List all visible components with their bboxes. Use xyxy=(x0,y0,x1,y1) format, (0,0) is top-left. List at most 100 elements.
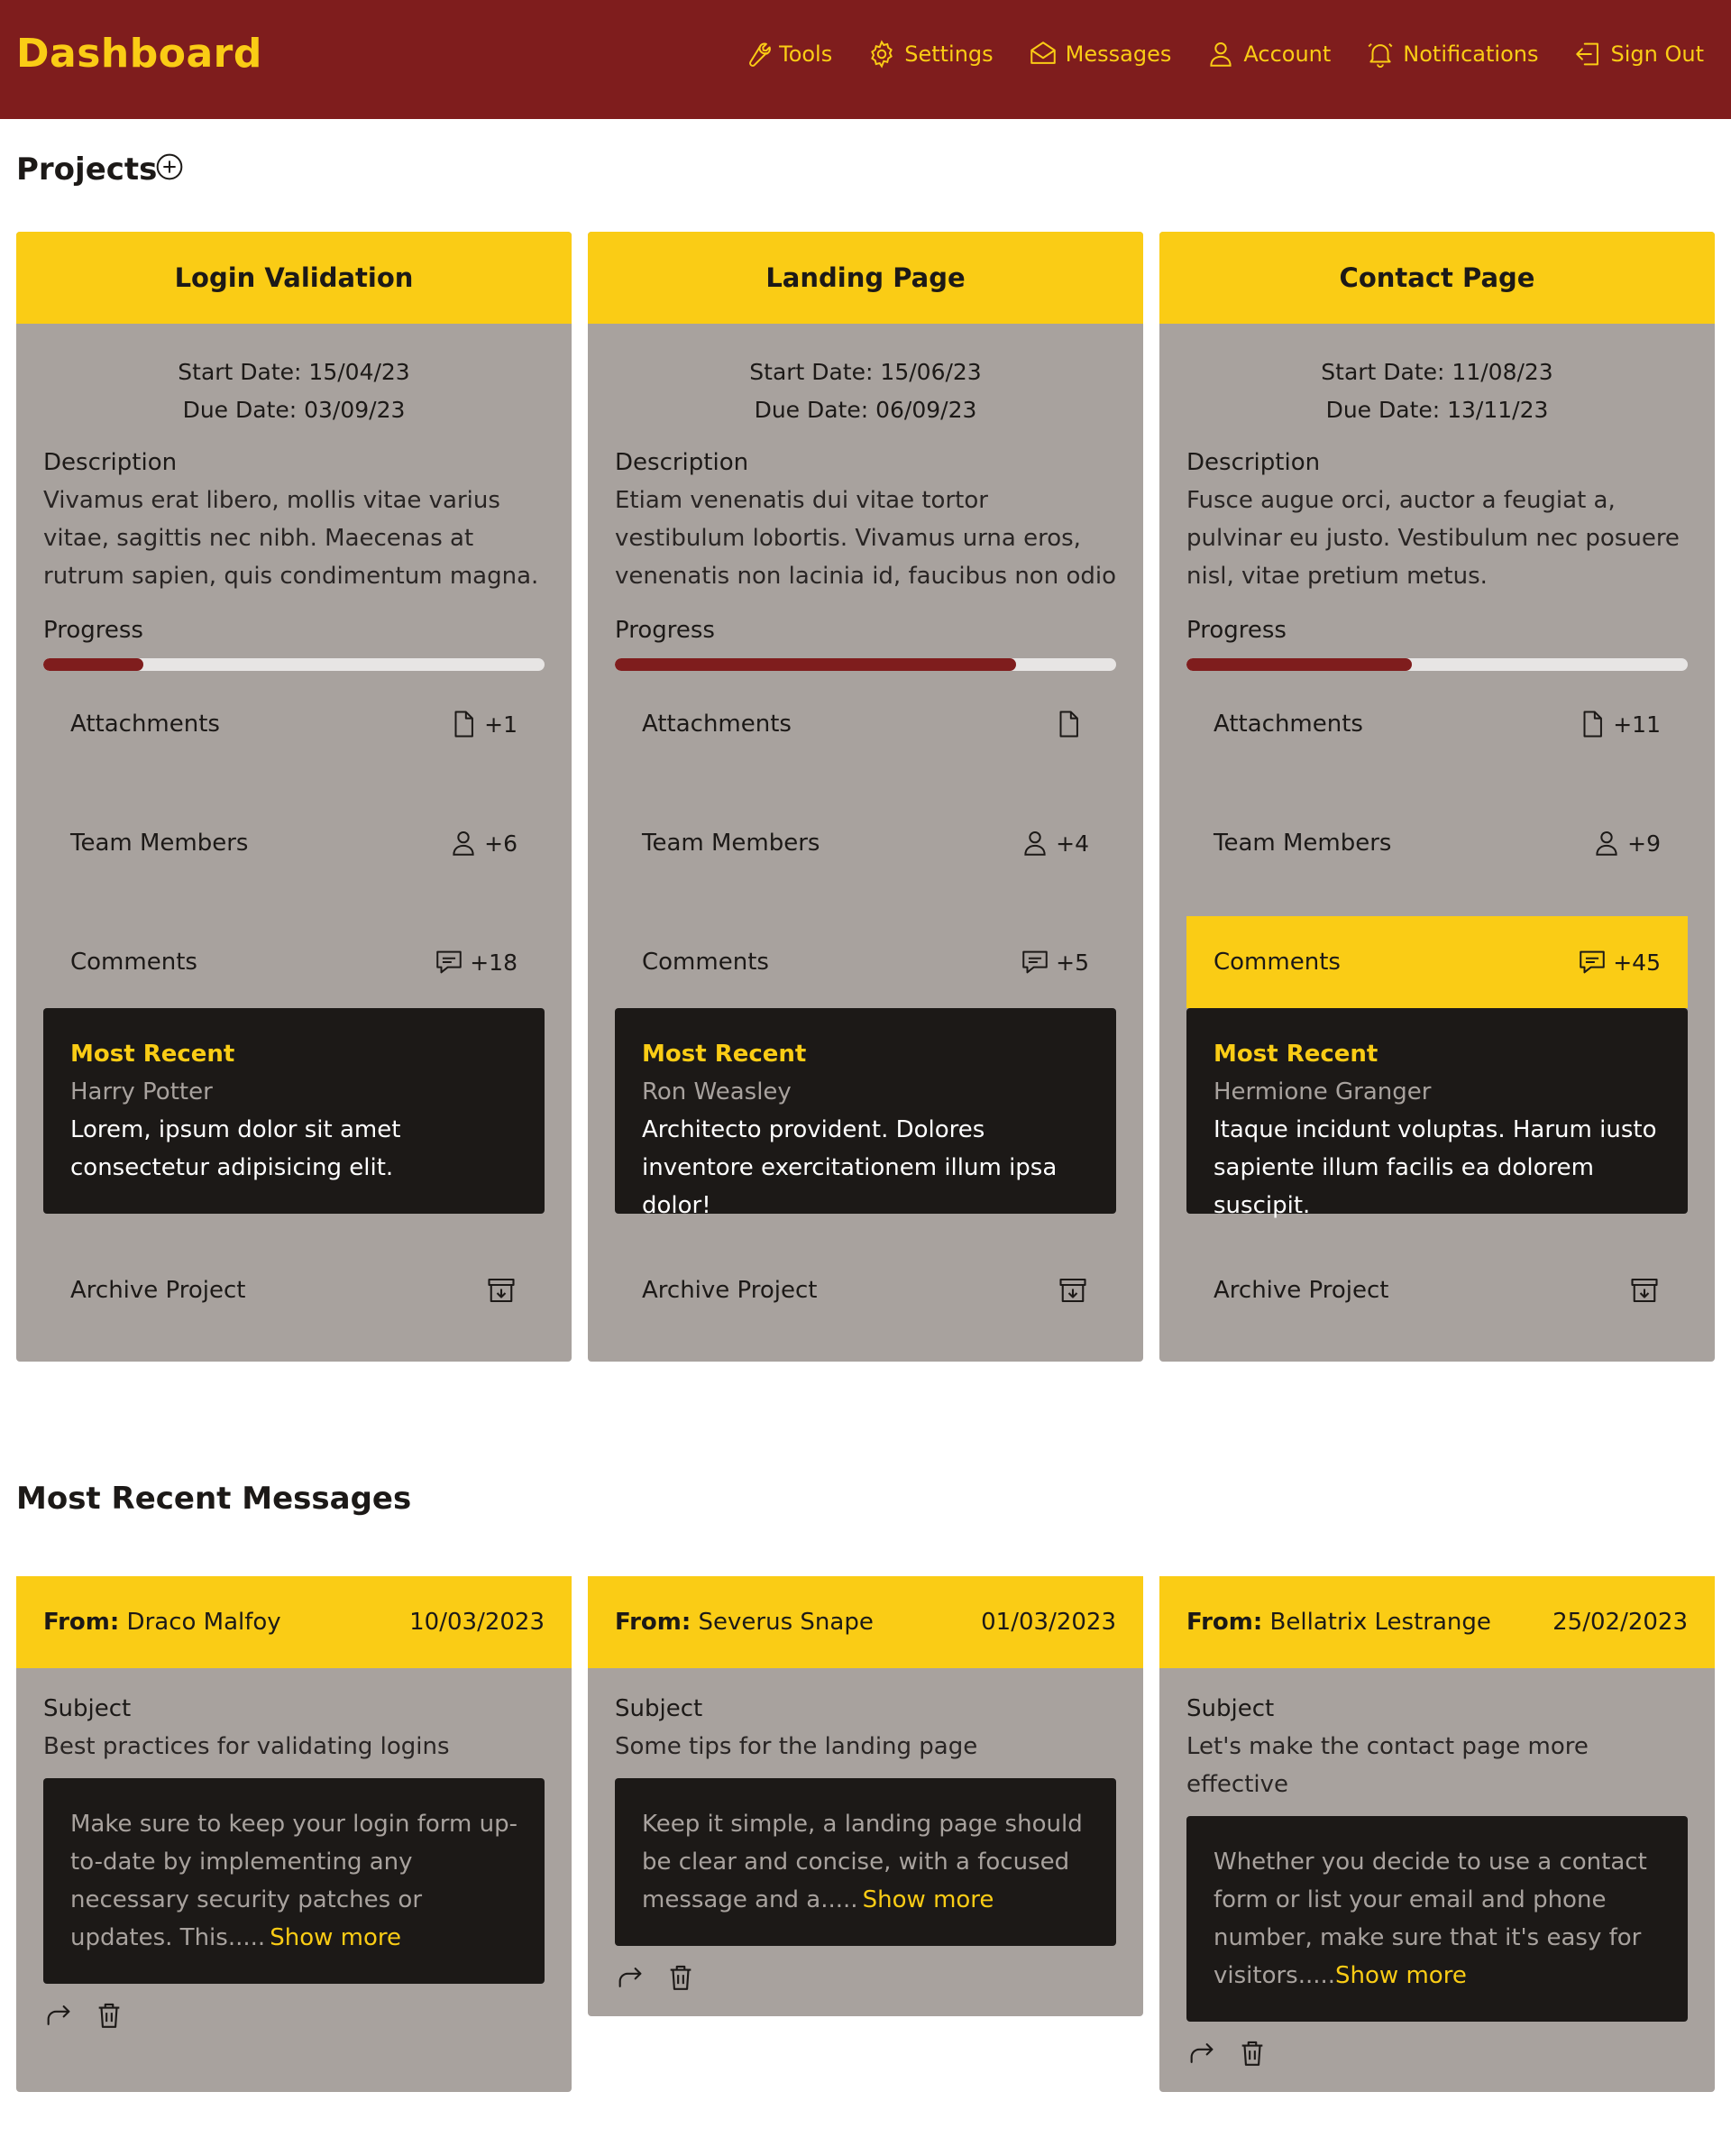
start-date: Start Date: 15/06/23 xyxy=(749,359,982,385)
archive-label: Archive Project xyxy=(642,1277,818,1304)
archive-project-button[interactable]: Archive Project xyxy=(1186,1257,1688,1324)
show-more-link[interactable]: Show more xyxy=(270,1924,401,1951)
gear-icon xyxy=(871,40,893,69)
trash-icon[interactable] xyxy=(1237,2038,1268,2069)
project-card: Login Validation Start Date: 15/04/23 Du… xyxy=(16,232,572,1362)
forward-icon[interactable] xyxy=(615,1962,646,1993)
progress-label: Progress xyxy=(615,617,715,644)
project-title[interactable]: Login Validation xyxy=(16,232,572,324)
attachments-label: Attachments xyxy=(642,711,792,738)
nav-tools-label: Tools xyxy=(779,41,833,67)
progress-bar xyxy=(43,658,545,671)
team-members-label: Team Members xyxy=(642,830,820,857)
project-card: Landing Page Start Date: 15/06/23 Due Da… xyxy=(588,232,1143,1362)
most-recent-text: Itaque incidunt voluptas. Harum iusto sa… xyxy=(1214,1116,1657,1219)
most-recent-author: Harry Potter xyxy=(70,1078,213,1106)
project-cards: Login Validation Start Date: 15/04/23 Du… xyxy=(16,232,1715,1362)
archive-icon xyxy=(1631,1278,1658,1303)
from-label: From: xyxy=(1186,1609,1263,1636)
show-more-link[interactable]: Show more xyxy=(863,1886,994,1913)
show-more-link[interactable]: Show more xyxy=(1335,1962,1467,1989)
team-members-meta: +6 xyxy=(448,828,517,858)
description-block: Description Etiam venenatis dui vitae to… xyxy=(588,444,1143,595)
user-icon xyxy=(1024,830,1046,856)
sender-name: Bellatrix Lestrange xyxy=(1269,1609,1491,1636)
due-date: Due Date: 06/09/23 xyxy=(754,397,977,423)
main-nav: Tools Settings Messages Account Notifica… xyxy=(741,36,1704,72)
nav-account[interactable]: Account xyxy=(1205,36,1331,72)
message-header: From: Draco Malfoy 10/03/2023 xyxy=(16,1576,572,1668)
attachments-row[interactable]: Attachments +1 xyxy=(43,678,545,770)
nav-settings[interactable]: Settings xyxy=(866,36,994,72)
comments-row[interactable]: Comments +5 xyxy=(615,916,1116,1008)
nav-messages[interactable]: Messages xyxy=(1028,36,1172,72)
user-icon xyxy=(1210,41,1232,67)
envelope-icon xyxy=(1030,41,1056,64)
file-icon xyxy=(1059,711,1078,738)
subject-block: Subject Some tips for the landing page xyxy=(588,1668,1143,1766)
message-body: Whether you decide to use a contact form… xyxy=(1186,1816,1688,2022)
description-text: Etiam venenatis dui vitae tortor vestibu… xyxy=(615,487,1117,590)
team-members-label: Team Members xyxy=(1214,830,1392,857)
comments-meta: +5 xyxy=(1020,947,1089,977)
team-members-row[interactable]: Team Members +9 xyxy=(1186,797,1688,889)
comments-count: +18 xyxy=(470,949,517,976)
project-card: Contact Page Start Date: 11/08/23 Due Da… xyxy=(1159,232,1715,1362)
comments-row[interactable]: Comments +18 xyxy=(43,916,545,1008)
project-title[interactable]: Contact Page xyxy=(1159,232,1715,324)
description-block: Description Vivamus erat libero, mollis … xyxy=(16,444,572,595)
message-card: From: Bellatrix Lestrange 25/02/2023 Sub… xyxy=(1159,1576,1715,2092)
description-text: Fusce augue orci, auctor a feugiat a, pu… xyxy=(1186,487,1680,590)
forward-icon[interactable] xyxy=(1186,2038,1217,2069)
file-icon xyxy=(454,711,474,738)
top-header: Dashboard Tools Settings Messages Accoun… xyxy=(0,0,1731,119)
project-dates: Start Date: 11/08/23 Due Date: 13/11/23 xyxy=(1159,353,1715,429)
attachments-count: +1 xyxy=(484,711,517,738)
user-icon xyxy=(453,830,474,856)
comments-row[interactable]: Comments +45 xyxy=(1186,916,1688,1008)
nav-messages-label: Messages xyxy=(1065,41,1172,67)
wrench-icon xyxy=(749,42,772,67)
start-date: Start Date: 11/08/23 xyxy=(1321,359,1553,385)
nav-sign-out[interactable]: Sign Out xyxy=(1573,36,1704,72)
nav-tools[interactable]: Tools xyxy=(741,36,832,72)
team-members-count: +4 xyxy=(1056,830,1089,857)
team-members-meta: +9 xyxy=(1591,828,1661,858)
progress-fill xyxy=(615,658,1016,671)
message-actions xyxy=(588,1946,1143,2016)
plus-circle-icon[interactable] xyxy=(155,152,184,181)
subject-label: Subject xyxy=(1186,1695,1275,1722)
trash-icon[interactable] xyxy=(94,2000,124,2031)
file-icon xyxy=(1583,711,1603,738)
forward-icon[interactable] xyxy=(43,2000,74,2031)
project-title[interactable]: Landing Page xyxy=(588,232,1143,324)
comment-icon xyxy=(1022,950,1048,974)
comments-label: Comments xyxy=(642,949,769,976)
attachments-row[interactable]: Attachments xyxy=(615,678,1116,770)
message-actions xyxy=(1159,2022,1715,2092)
team-members-row[interactable]: Team Members +4 xyxy=(615,797,1116,889)
description-block: Description Fusce augue orci, auctor a f… xyxy=(1159,444,1715,595)
app-title[interactable]: Dashboard xyxy=(16,27,262,81)
trash-icon[interactable] xyxy=(665,1962,696,1993)
project-dates: Start Date: 15/04/23 Due Date: 03/09/23 xyxy=(16,353,572,429)
attachments-row[interactable]: Attachments +11 xyxy=(1186,678,1688,770)
comments-count: +5 xyxy=(1056,949,1089,976)
most-recent-author: Ron Weasley xyxy=(642,1078,792,1106)
subject-text: Best practices for validating logins xyxy=(43,1733,450,1760)
nav-notifications[interactable]: Notifications xyxy=(1365,36,1539,72)
description-text: Vivamus erat libero, mollis vitae varius… xyxy=(43,487,539,590)
team-members-row[interactable]: Team Members +6 xyxy=(43,797,545,889)
progress-label: Progress xyxy=(43,617,143,644)
progress-fill xyxy=(43,658,144,671)
comment-icon xyxy=(1580,950,1605,974)
archive-project-button[interactable]: Archive Project xyxy=(615,1257,1116,1324)
message-date: 01/03/2023 xyxy=(981,1609,1116,1636)
team-members-meta: +4 xyxy=(1020,828,1089,858)
message-sender: From: Bellatrix Lestrange xyxy=(1186,1609,1491,1636)
archive-project-button[interactable]: Archive Project xyxy=(43,1257,545,1324)
most-recent-comment: Most Recent Ron Weasley Architecto provi… xyxy=(615,1008,1116,1219)
most-recent-title: Most Recent xyxy=(70,1041,235,1068)
subject-text: Some tips for the landing page xyxy=(615,1733,978,1760)
archive-icon xyxy=(1059,1278,1086,1303)
